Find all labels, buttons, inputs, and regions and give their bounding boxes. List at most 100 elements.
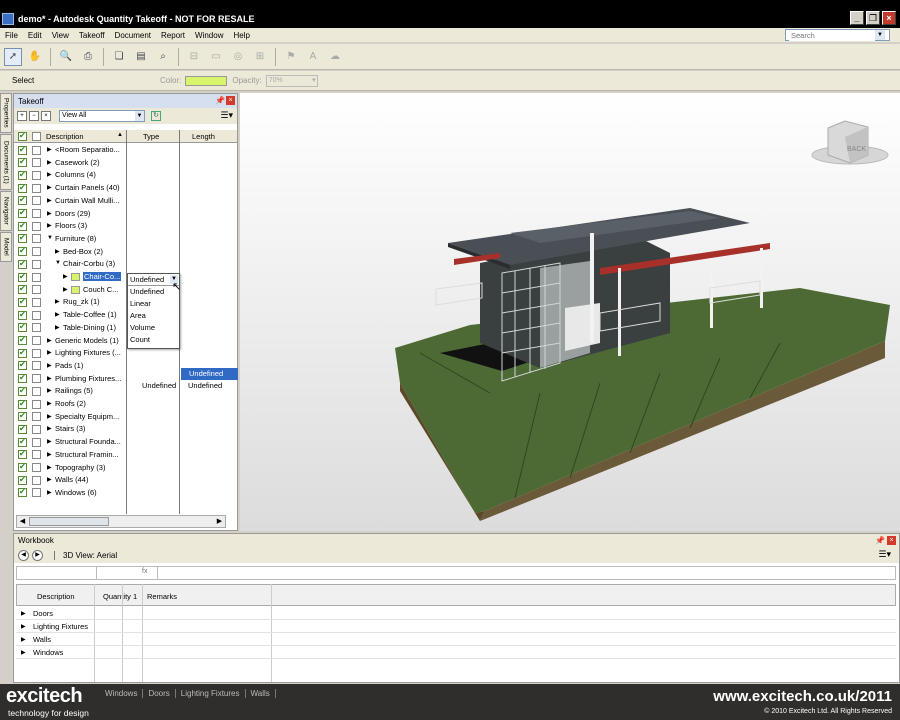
pan-tool-icon[interactable]: ✋ [26, 48, 44, 66]
cell-reference-box[interactable] [17, 567, 97, 579]
expand-arrow-icon[interactable]: ▶ [63, 286, 68, 293]
search-input[interactable] [789, 29, 875, 41]
expand-arrow-icon[interactable]: ▶ [47, 375, 52, 382]
include-checkbox[interactable] [18, 157, 27, 168]
scrollbar-thumb[interactable] [29, 517, 109, 526]
expand-icon[interactable]: + [17, 111, 27, 121]
secondary-checkbox[interactable] [32, 323, 41, 333]
scroll-left-icon[interactable]: ◀ [17, 516, 28, 527]
chevron-down-icon[interactable]: ▼ [875, 30, 885, 40]
expand-arrow-icon[interactable]: ▶ [47, 451, 52, 458]
secondary-checkbox[interactable] [32, 412, 41, 422]
secondary-checkbox[interactable] [32, 374, 41, 384]
include-checkbox[interactable] [18, 170, 27, 180]
workbook-row[interactable]: ▶ Lighting Fixtures [16, 620, 896, 633]
close-icon[interactable]: × [226, 96, 235, 105]
secondary-checkbox[interactable] [32, 170, 41, 180]
view-cube[interactable]: BACK [811, 120, 889, 165]
secondary-checkbox[interactable] [32, 297, 41, 307]
include-checkbox[interactable] [18, 386, 27, 396]
expand-arrow-icon[interactable]: ▶ [47, 464, 52, 471]
secondary-checkbox[interactable] [32, 424, 41, 434]
formula-bar[interactable]: fx [16, 566, 896, 580]
include-checkbox[interactable] [18, 310, 27, 320]
include-checkbox[interactable] [18, 297, 27, 307]
include-checkbox[interactable] [18, 259, 27, 269]
secondary-checkbox[interactable] [32, 348, 41, 358]
secondary-checkbox[interactable] [32, 336, 41, 345]
expand-arrow-icon[interactable]: ▶ [47, 362, 52, 369]
include-checkbox[interactable] [18, 360, 27, 371]
zoom-icon[interactable]: 🔍 [57, 48, 75, 66]
minimize-button[interactable]: _ [850, 11, 864, 25]
expand-arrow-icon[interactable]: ▶ [55, 248, 60, 255]
column-header-remarks[interactable]: Remarks [147, 592, 177, 601]
menu-takeoff[interactable]: Takeoff [74, 31, 110, 40]
workbook-row[interactable]: ▶ Doors [16, 607, 896, 620]
expand-arrow-icon[interactable]: ▶ [21, 649, 26, 656]
include-checkbox[interactable] [18, 322, 27, 333]
restore-button[interactable]: ❐ [866, 11, 880, 25]
secondary-checkbox[interactable] [32, 183, 41, 193]
length-cell-selected[interactable]: Undefined [181, 368, 238, 380]
linear-tool-icon[interactable]: ⊟ [185, 48, 203, 66]
column-header-type[interactable]: Type [143, 132, 159, 141]
expand-arrow-icon[interactable]: ▶ [47, 387, 52, 394]
print-icon[interactable]: ⎙ [79, 48, 97, 66]
secondary-checkbox[interactable] [32, 437, 41, 447]
forward-icon[interactable]: ▶ [32, 549, 43, 561]
include-checkbox[interactable] [18, 284, 27, 295]
area-tool-icon[interactable]: ▭ [207, 48, 225, 66]
secondary-checkbox[interactable] [32, 488, 41, 498]
close-button[interactable]: × [882, 11, 896, 25]
pin-icon[interactable]: 📌 [875, 536, 885, 545]
expand-arrow-icon[interactable]: ▶ [47, 400, 52, 407]
secondary-checkbox[interactable] [32, 386, 41, 396]
tab-documents[interactable]: Documents (1) [0, 134, 12, 190]
menu-file[interactable]: File [0, 31, 23, 40]
panel-menu-icon[interactable]: ☰▾ [220, 110, 233, 121]
secondary-checkbox[interactable] [32, 234, 41, 244]
include-checkbox[interactable] [18, 272, 27, 282]
type-option-volume[interactable]: Volume [128, 322, 179, 334]
include-checkbox[interactable] [18, 399, 27, 409]
menu-edit[interactable]: Edit [23, 31, 47, 40]
include-checkbox[interactable] [18, 449, 27, 460]
expand-arrow-icon[interactable]: ▶ [55, 324, 60, 331]
secondary-checkbox[interactable] [32, 259, 41, 269]
collapse-arrow-icon[interactable]: ▼ [47, 235, 53, 241]
expand-arrow-icon[interactable]: ▶ [47, 425, 52, 432]
back-icon[interactable]: ◀ [18, 549, 29, 561]
collapse-arrow-icon[interactable]: ▼ [55, 260, 61, 266]
expand-arrow-icon[interactable]: ▶ [63, 273, 68, 280]
secondary-checkbox[interactable] [32, 361, 41, 371]
sort-ascending-icon[interactable]: ▲ [117, 132, 123, 138]
workbook-row[interactable]: ▶ Windows [16, 646, 896, 659]
column-header-length[interactable]: Length [192, 132, 215, 141]
include-checkbox[interactable] [18, 195, 27, 206]
include-checkbox[interactable] [18, 462, 27, 472]
view-cube-face-label[interactable]: BACK [847, 146, 866, 153]
sheet-tab-doors[interactable]: Doors [143, 689, 176, 698]
include-checkbox[interactable] [18, 145, 27, 155]
refresh-icon[interactable]: ↻ [151, 111, 161, 121]
menu-help[interactable]: Help [228, 31, 254, 40]
expand-arrow-icon[interactable]: ▶ [47, 349, 52, 356]
expand-arrow-icon[interactable]: ▶ [47, 476, 52, 483]
expand-arrow-icon[interactable]: ▶ [47, 197, 52, 204]
close-icon[interactable]: × [887, 536, 896, 545]
expand-arrow-icon[interactable]: ▶ [47, 413, 52, 420]
menu-view[interactable]: View [47, 31, 74, 40]
secondary-checkbox[interactable] [32, 463, 41, 472]
secondary-checkbox[interactable] [32, 196, 41, 206]
region-tool-icon[interactable]: ⊞ [251, 48, 269, 66]
horizontal-scrollbar[interactable]: ◀ ▶ [16, 515, 226, 528]
secondary-checkbox[interactable] [32, 285, 41, 295]
color-swatch[interactable] [71, 285, 80, 294]
building-model-render[interactable]: BACK [240, 93, 900, 531]
cloud-tool-icon[interactable]: ☁ [326, 48, 344, 66]
secondary-checkbox[interactable] [32, 310, 41, 320]
find-icon[interactable]: ⌕ [154, 48, 172, 66]
expand-arrow-icon[interactable]: ▶ [55, 311, 60, 318]
menu-window[interactable]: Window [190, 31, 228, 40]
